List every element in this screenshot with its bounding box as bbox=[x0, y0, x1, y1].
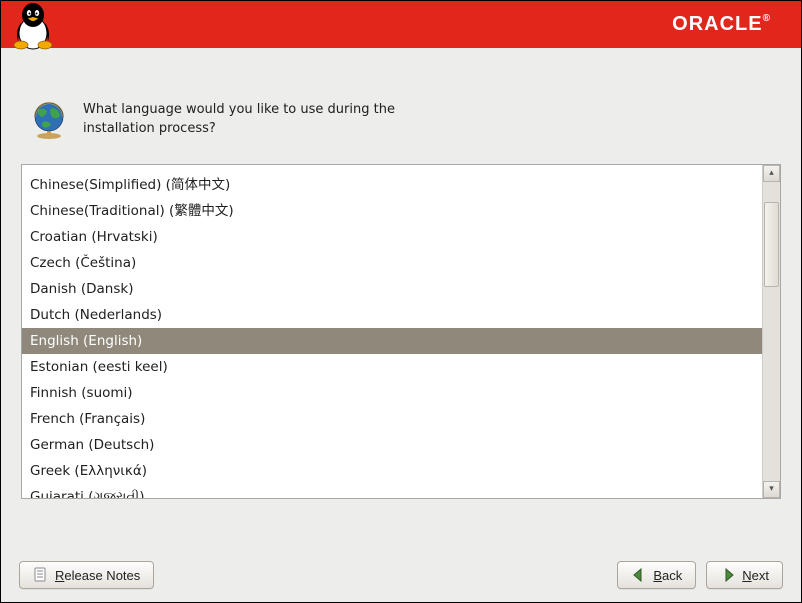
language-option[interactable]: French (Français) bbox=[22, 406, 762, 432]
prompt-text: What language would you like to use duri… bbox=[83, 100, 395, 139]
arrow-right-icon bbox=[720, 567, 736, 583]
language-option[interactable]: German (Deutsch) bbox=[22, 432, 762, 458]
language-option[interactable]: Dutch (Nederlands) bbox=[22, 302, 762, 328]
language-option[interactable]: Finnish (suomi) bbox=[22, 380, 762, 406]
release-notes-label: Release Notes bbox=[55, 568, 140, 583]
next-button[interactable]: Next bbox=[706, 561, 783, 589]
language-option[interactable]: Greek (Ελληνικά) bbox=[22, 458, 762, 484]
scroll-thumb[interactable] bbox=[764, 202, 779, 287]
scrollbar[interactable]: ▴ ▾ bbox=[762, 165, 780, 498]
language-option[interactable]: Croatian (Hrvatski) bbox=[22, 224, 762, 250]
language-option[interactable]: Estonian (eesti keel) bbox=[22, 354, 762, 380]
language-option[interactable]: Czech (Čeština) bbox=[22, 250, 762, 276]
language-list-frame: Catalan (Català)Chinese(Simplified) (简体中… bbox=[21, 164, 781, 499]
document-icon bbox=[33, 567, 49, 583]
header-bar: ORACLE® bbox=[1, 1, 801, 48]
globe-icon bbox=[29, 100, 69, 140]
language-option[interactable]: Gujarati (ગુજરાતી) bbox=[22, 484, 762, 498]
release-notes-button[interactable]: Release Notes bbox=[19, 561, 154, 589]
next-label: Next bbox=[742, 568, 769, 583]
scroll-down-button[interactable]: ▾ bbox=[763, 481, 780, 498]
language-option[interactable]: English (English) bbox=[22, 328, 762, 354]
tux-mascot-icon bbox=[9, 0, 57, 51]
arrow-left-icon bbox=[631, 567, 647, 583]
scroll-track[interactable] bbox=[763, 182, 780, 481]
content-area: What language would you like to use duri… bbox=[1, 48, 801, 548]
language-option[interactable]: Chinese(Traditional) (繁體中文) bbox=[22, 198, 762, 224]
oracle-logo: ORACLE® bbox=[672, 13, 771, 36]
language-option[interactable]: Chinese(Simplified) (简体中文) bbox=[22, 172, 762, 198]
scroll-up-button[interactable]: ▴ bbox=[763, 165, 780, 182]
installer-window: ORACLE® What language would you like to … bbox=[0, 0, 802, 603]
language-option[interactable]: Danish (Dansk) bbox=[22, 276, 762, 302]
back-button[interactable]: Back bbox=[617, 561, 696, 589]
footer-bar: Release Notes Back Next bbox=[1, 548, 801, 602]
language-option[interactable]: Catalan (Català) bbox=[22, 165, 762, 172]
prompt-row: What language would you like to use duri… bbox=[21, 100, 781, 140]
language-list[interactable]: Catalan (Català)Chinese(Simplified) (简体中… bbox=[22, 165, 762, 498]
back-label: Back bbox=[653, 568, 682, 583]
